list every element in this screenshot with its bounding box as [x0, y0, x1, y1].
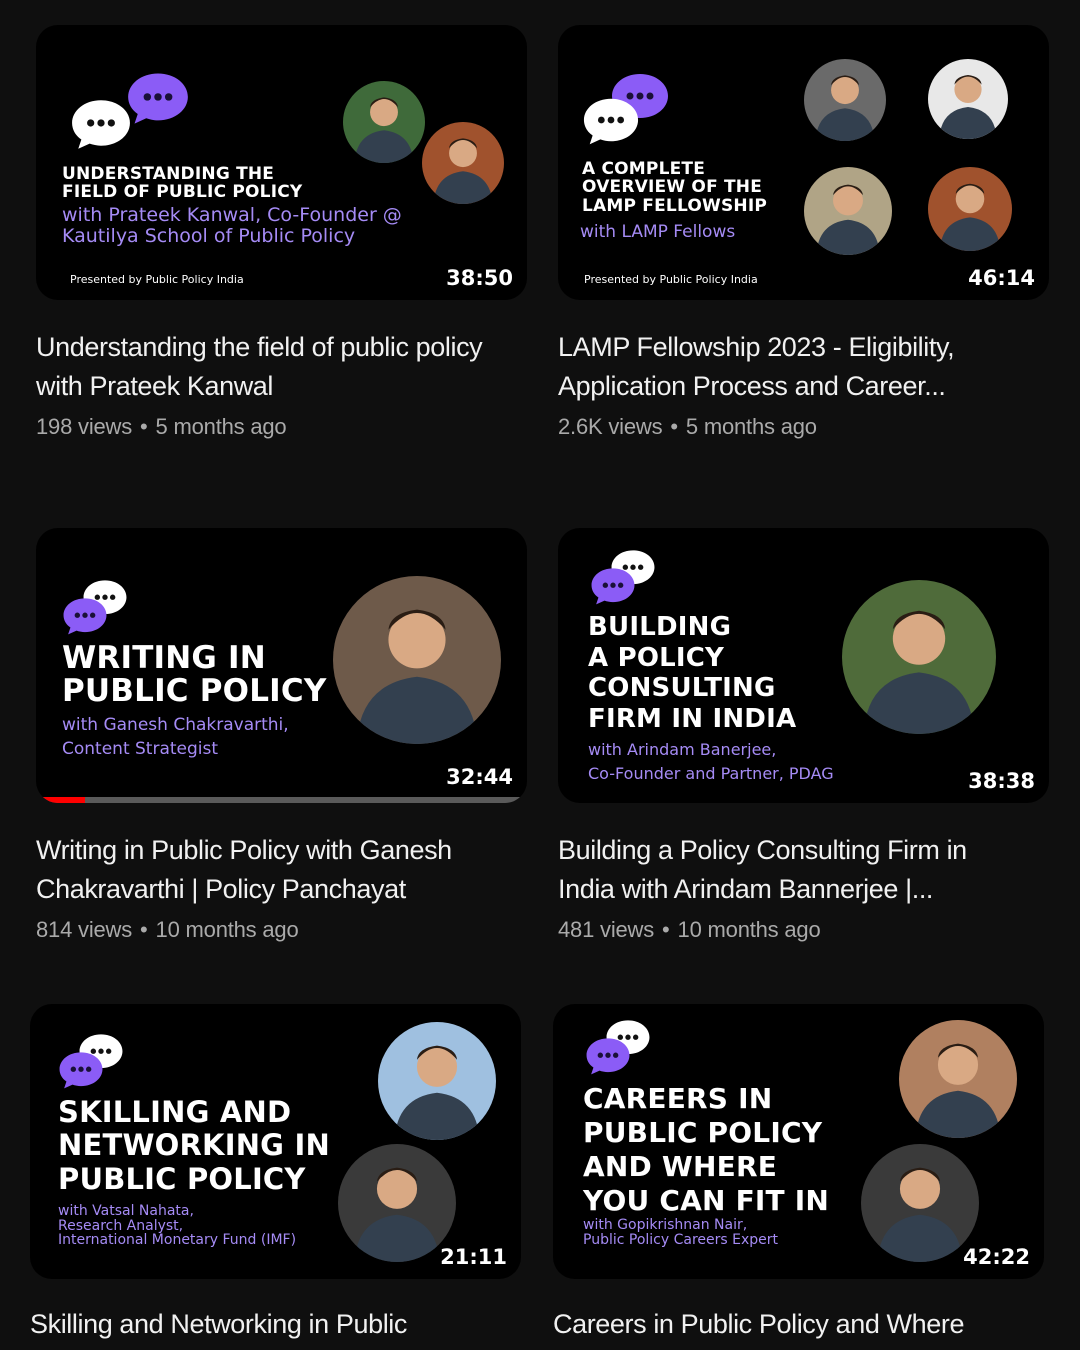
guest-avatar [338, 1144, 456, 1262]
guest-avatar [928, 59, 1008, 139]
chat-bubble-icon [70, 97, 132, 151]
view-count: 481 views [558, 917, 655, 942]
view-count: 2.6K views [558, 414, 663, 439]
video-duration: 38:50 [446, 266, 513, 290]
video-meta: 198 views • 5 months ago [36, 414, 527, 440]
video-card[interactable]: CAREERS IN PUBLIC POLICY AND WHERE YOU C… [553, 1004, 1044, 1344]
video-thumbnail[interactable]: CAREERS IN PUBLIC POLICY AND WHERE YOU C… [553, 1004, 1044, 1279]
thumbnail-subtitle: with Arindam Banerjee, Co-Founder and Pa… [588, 740, 834, 783]
video-duration: 21:11 [440, 1245, 507, 1269]
video-meta: 814 views • 10 months ago [36, 917, 527, 943]
separator-dot: • [140, 414, 148, 439]
guest-avatar [343, 81, 425, 163]
video-card[interactable]: A COMPLETE OVERVIEW OF THE LAMP FELLOWSH… [558, 25, 1049, 440]
thumbnail-title: SKILLING AND NETWORKING IN PUBLIC POLICY [58, 1095, 330, 1196]
guest-avatar [804, 167, 892, 255]
upload-age: 10 months ago [677, 917, 821, 942]
video-thumbnail[interactable]: UNDERSTANDING THE FIELD OF PUBLIC POLICY… [36, 25, 527, 300]
video-title[interactable]: Careers in Public Policy and Where [553, 1305, 1023, 1344]
guest-avatar [899, 1020, 1017, 1138]
video-duration: 32:44 [446, 765, 513, 789]
video-title[interactable]: Writing in Public Policy with Ganesh Cha… [36, 831, 506, 909]
chat-bubble-icon [590, 566, 636, 606]
thumbnail-subtitle: with Gopikrishnan Nair, Public Policy Ca… [583, 1217, 779, 1248]
chat-bubble-icon [585, 1036, 631, 1076]
video-card[interactable]: BUILDING A POLICY CONSULTING FIRM IN IND… [558, 528, 1049, 943]
video-card[interactable]: SKILLING AND NETWORKING IN PUBLIC POLICY… [30, 1004, 521, 1344]
thumbnail-title: CAREERS IN PUBLIC POLICY AND WHERE YOU C… [583, 1082, 830, 1218]
guest-avatar [804, 59, 886, 141]
video-duration: 42:22 [963, 1245, 1030, 1269]
view-count: 198 views [36, 414, 133, 439]
watch-progress-bar [42, 797, 521, 803]
chat-bubble-icon [582, 95, 640, 147]
video-thumbnail[interactable]: A COMPLETE OVERVIEW OF THE LAMP FELLOWSH… [558, 25, 1049, 300]
upload-age: 10 months ago [155, 917, 299, 942]
chat-bubble-icon [58, 1050, 104, 1090]
thumbnail-title: WRITING IN PUBLIC POLICY [62, 640, 327, 710]
chat-bubble-icon [126, 71, 190, 125]
video-meta: 481 views • 10 months ago [558, 917, 1049, 943]
guest-avatar [333, 576, 501, 744]
thumbnail-subtitle: with Ganesh Chakravarthi, Content Strate… [62, 715, 289, 759]
separator-dot: • [662, 917, 670, 942]
upload-age: 5 months ago [685, 414, 817, 439]
guest-avatar [378, 1022, 496, 1140]
presented-by-label: Presented by Public Policy India [70, 273, 244, 286]
guest-avatar [861, 1144, 979, 1262]
guest-avatar [842, 580, 996, 734]
video-thumbnail[interactable]: WRITING IN PUBLIC POLICY with Ganesh Cha… [36, 528, 527, 803]
separator-dot: • [140, 917, 148, 942]
video-title[interactable]: LAMP Fellowship 2023 - Eligibility, Appl… [558, 328, 1028, 406]
thumbnail-subtitle: with LAMP Fellows [580, 222, 736, 242]
chat-bubble-icon [62, 596, 108, 636]
video-title[interactable]: Building a Policy Consulting Firm in Ind… [558, 831, 1028, 909]
video-title[interactable]: Understanding the field of public policy… [36, 328, 506, 406]
guest-avatar [928, 167, 1012, 251]
video-thumbnail[interactable]: SKILLING AND NETWORKING IN PUBLIC POLICY… [30, 1004, 521, 1279]
video-title[interactable]: Skilling and Networking in Public [30, 1305, 500, 1344]
video-card[interactable]: WRITING IN PUBLIC POLICY with Ganesh Cha… [36, 528, 527, 943]
thumbnail-subtitle: with Vatsal Nahata, Research Analyst, In… [58, 1203, 297, 1249]
view-count: 814 views [36, 917, 133, 942]
presented-by-label: Presented by Public Policy India [584, 273, 758, 286]
video-duration: 38:38 [968, 769, 1035, 793]
video-thumbnail[interactable]: BUILDING A POLICY CONSULTING FIRM IN IND… [558, 528, 1049, 803]
guest-avatar [422, 122, 504, 204]
thumbnail-title: A COMPLETE OVERVIEW OF THE LAMP FELLOWSH… [582, 159, 768, 216]
thumbnail-title: UNDERSTANDING THE FIELD OF PUBLIC POLICY [62, 164, 303, 203]
thumbnail-subtitle: with Prateek Kanwal, Co-Founder @ Kautil… [62, 204, 402, 248]
video-card[interactable]: UNDERSTANDING THE FIELD OF PUBLIC POLICY… [36, 25, 527, 440]
video-duration: 46:14 [968, 266, 1035, 290]
thumbnail-title: BUILDING A POLICY CONSULTING FIRM IN IND… [588, 612, 797, 735]
video-meta: 2.6K views • 5 months ago [558, 414, 1049, 440]
separator-dot: • [670, 414, 678, 439]
watch-progress-fill [42, 797, 86, 803]
upload-age: 5 months ago [155, 414, 287, 439]
